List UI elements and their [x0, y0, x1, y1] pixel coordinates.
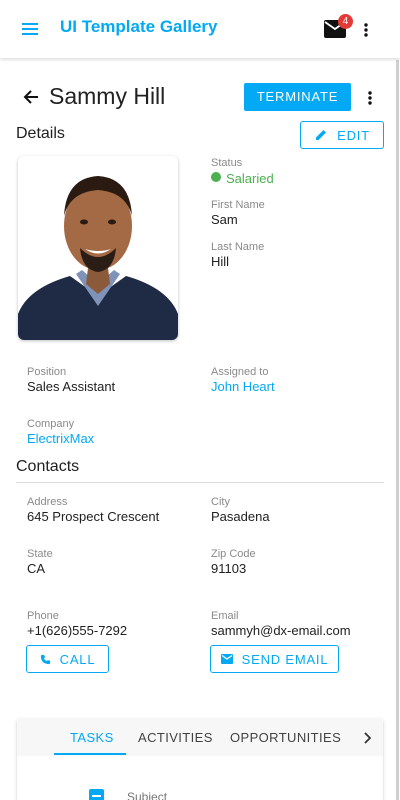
last-name-label: Last Name	[211, 241, 265, 253]
last-name-value: Hill	[211, 254, 230, 269]
first-name-label: First Name	[211, 199, 265, 211]
active-tab-indicator	[54, 753, 126, 755]
city-label: City	[211, 496, 230, 508]
email-value: sammyh@dx-email.com	[211, 623, 351, 638]
call-label: CALL	[59, 651, 96, 667]
mail-icon	[220, 654, 233, 664]
tabs-bar: TASKS ACTIVITIES OPPORTUNITIES	[17, 719, 383, 756]
first-name-value: Sam	[211, 212, 238, 227]
address-label: Address	[27, 496, 68, 508]
edit-label: EDIT	[337, 127, 370, 143]
phone-label: Phone	[27, 610, 59, 622]
edit-button[interactable]: EDIT	[300, 121, 384, 149]
status-label: Status	[211, 157, 243, 169]
arrow-back-icon[interactable]	[18, 85, 44, 109]
company-link[interactable]: ElectrixMax	[27, 431, 94, 446]
tab-tasks[interactable]: TASKS	[70, 730, 114, 745]
app-title: UI Template Gallery	[60, 17, 218, 36]
tab-activities[interactable]: ACTIVITIES	[138, 730, 213, 745]
terminate-button[interactable]: TERMINATE	[244, 83, 351, 111]
email-label: Email	[211, 610, 239, 622]
assigned-link[interactable]: John Heart	[211, 379, 275, 394]
assigned-label: Assigned to	[211, 366, 269, 378]
contacts-heading: Contacts	[16, 458, 80, 475]
status-indicator-icon	[211, 172, 221, 182]
select-all-checkbox[interactable]	[89, 789, 104, 800]
divider	[16, 482, 384, 483]
phone-value: +1(626)555-7292	[27, 623, 128, 638]
tasks-grid: Subject	[17, 756, 383, 800]
phone-icon	[40, 654, 50, 664]
send-email-label: SEND EMAIL	[241, 651, 329, 667]
zip-label: Zip Code	[211, 548, 256, 560]
tabs-card: TASKS ACTIVITIES OPPORTUNITIES Subject	[17, 719, 383, 800]
position-value: Sales Assistant	[27, 379, 116, 394]
status-value: Salaried	[226, 171, 274, 186]
tab-opportunities[interactable]: OPPORTUNITIES	[230, 730, 341, 745]
more-vert-icon[interactable]	[356, 18, 376, 42]
state-label: State	[27, 548, 53, 560]
scrollbar[interactable]	[396, 60, 399, 800]
employee-photo	[18, 156, 178, 340]
person-name: Sammy Hill	[49, 83, 166, 109]
details-heading: Details	[16, 125, 65, 142]
subject-column-header[interactable]: Subject	[127, 790, 167, 800]
chevron-right-icon[interactable]	[358, 729, 376, 747]
pencil-icon	[316, 130, 327, 140]
state-value: CA	[27, 561, 46, 576]
city-value: Pasadena	[211, 509, 270, 524]
zip-value: 91103	[211, 561, 247, 576]
notification-badge: 4	[338, 14, 353, 29]
scrollbar-thumb[interactable]	[396, 60, 399, 800]
company-label: Company	[27, 418, 75, 430]
address-value: 645 Prospect Crescent	[27, 509, 160, 524]
position-label: Position	[27, 366, 67, 378]
app-bar: UI Template Gallery 4	[0, 0, 400, 58]
menu-icon[interactable]	[18, 18, 42, 40]
call-button[interactable]: CALL	[26, 645, 109, 673]
send-email-button[interactable]: SEND EMAIL	[210, 645, 339, 673]
more-vert-icon[interactable]	[360, 86, 380, 110]
